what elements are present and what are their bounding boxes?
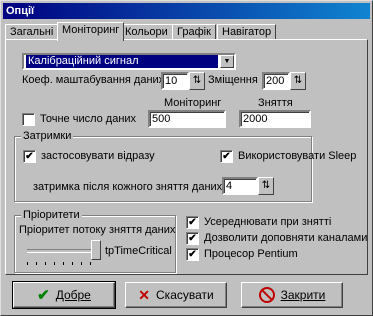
scale-spin-icon[interactable]: ⇅ bbox=[189, 72, 205, 90]
cancel-label: Скасувати bbox=[156, 288, 214, 302]
delays-group: Затримки ✔ застосовувати відразу ✔ Викор… bbox=[14, 130, 356, 202]
prohibit-icon bbox=[258, 287, 275, 303]
use-sleep-checkbox[interactable]: ✔ bbox=[220, 150, 233, 163]
close-label: Закрити bbox=[280, 288, 326, 302]
priority-slider-thumb[interactable] bbox=[91, 240, 101, 260]
monitoring-panel: Калібраційний сигнал ▼ Коеф. маштабуванн… bbox=[5, 39, 368, 275]
window-title: Опції bbox=[3, 3, 370, 19]
priorities-title: Пріоритети bbox=[21, 209, 82, 221]
average-checkbox[interactable]: ✔ bbox=[186, 216, 199, 229]
apply-immediately-label: застосовувати відразу bbox=[41, 150, 155, 162]
average-label: Усереднювати при знятті bbox=[204, 216, 332, 228]
signal-select-value: Калібраційний сигнал bbox=[26, 55, 218, 68]
tab-chart[interactable]: Графік bbox=[172, 24, 216, 40]
ok-button[interactable]: ✔ Добре bbox=[12, 281, 116, 309]
extra-channels-label: Дозволити доповняти каналами bbox=[204, 232, 368, 244]
scale-label: Коеф. маштабування даних bbox=[22, 74, 165, 86]
priority-slider-track[interactable] bbox=[27, 249, 91, 253]
exact-count-label: Точне число даних bbox=[40, 113, 137, 125]
monitoring-field[interactable]: 500 bbox=[148, 110, 226, 128]
use-sleep-label: Використовувати Sleep bbox=[238, 150, 357, 162]
apply-immediately-checkbox[interactable]: ✔ bbox=[23, 150, 36, 163]
monitoring-header: Моніторинг bbox=[164, 97, 222, 109]
tab-monitoring[interactable]: Моніторинг bbox=[57, 22, 125, 41]
scale-field[interactable]: 10 bbox=[161, 72, 189, 90]
capture-field[interactable]: 2000 bbox=[239, 110, 311, 128]
after-capture-label: затримка після кожного зняття даних bbox=[33, 181, 223, 193]
shift-spin-icon[interactable]: ⇅ bbox=[290, 72, 306, 90]
close-button[interactable]: Закрити bbox=[241, 282, 343, 308]
ok-label: Добре bbox=[55, 288, 91, 302]
priorities-group: Пріоритети Пріоритет потоку зняття даних… bbox=[14, 209, 176, 273]
tab-general[interactable]: Загальні bbox=[5, 24, 59, 40]
signal-select[interactable]: Калібраційний сигнал ▼ bbox=[22, 53, 236, 70]
capture-header: Зняття bbox=[258, 97, 293, 109]
priority-slider-ticks bbox=[27, 262, 99, 265]
exact-count-checkbox[interactable] bbox=[22, 113, 35, 126]
options-window: Опції Загальні Моніторинг Кольори Графік… bbox=[0, 0, 373, 316]
tab-colors[interactable]: Кольори bbox=[120, 24, 173, 40]
chevron-down-icon[interactable]: ▼ bbox=[220, 55, 234, 68]
delays-title: Затримки bbox=[21, 130, 74, 142]
pentium-checkbox[interactable]: ✔ bbox=[186, 248, 199, 261]
shift-field[interactable]: 200 bbox=[262, 72, 290, 90]
extra-channels-checkbox[interactable]: ✔ bbox=[186, 232, 199, 245]
thread-priority-label: Пріоритет потоку зняття даних bbox=[19, 224, 176, 236]
tab-navigator[interactable]: Навігатор bbox=[217, 24, 277, 40]
after-capture-field[interactable]: 4 bbox=[222, 177, 258, 195]
after-capture-spin-icon[interactable]: ⇅ bbox=[258, 177, 274, 195]
checkmark-icon: ✔ bbox=[37, 287, 50, 304]
thread-priority-value: tpTimeCritical bbox=[105, 245, 172, 257]
pentium-label: Процесор Pentium bbox=[204, 248, 298, 260]
cross-icon: ✕ bbox=[138, 286, 151, 303]
cancel-button[interactable]: ✕ Скасувати bbox=[125, 282, 227, 308]
shift-label: Зміщення bbox=[208, 74, 258, 86]
